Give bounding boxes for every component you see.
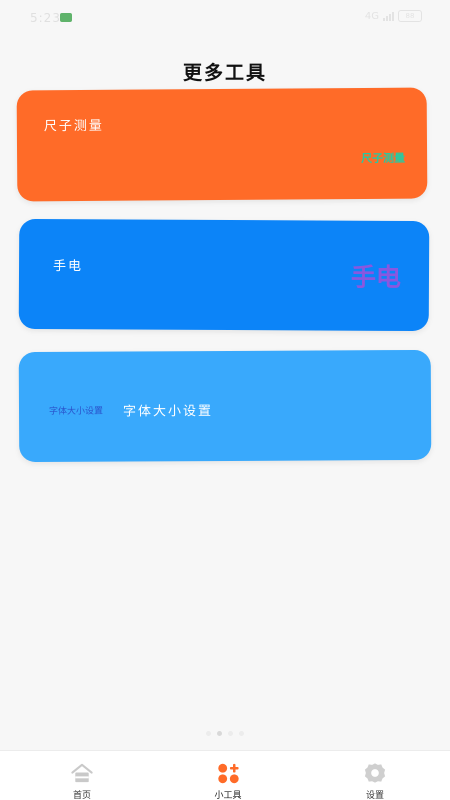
pager-dot — [239, 731, 244, 736]
status-time: 5:23 — [30, 11, 61, 25]
status-indicators: 4G 88 — [365, 10, 422, 22]
nav-item-tools[interactable]: 小工具 — [153, 751, 303, 800]
nav-item-home[interactable]: 首页 — [7, 751, 157, 800]
nav-label-tools: 小工具 — [214, 791, 242, 800]
pager-dots — [0, 731, 450, 736]
nav-label-home: 首页 — [72, 791, 91, 800]
gear-icon — [364, 763, 386, 783]
battery-icon: 88 — [398, 10, 422, 22]
bottom-nav: 首页 小工具 设置 — [0, 750, 450, 800]
screen: 5:23 4G 88 更多工具 尺子测量 尺子测量 手电 手电 字体大小设置 字… — [0, 0, 450, 800]
ruler-card-subtitle: 尺子测量 — [361, 151, 406, 166]
message-icon — [60, 13, 72, 22]
pager-dot — [228, 731, 233, 736]
font-size-card[interactable]: 字体大小设置 字体大小设置 — [18, 349, 432, 463]
pager-dot — [206, 731, 211, 736]
torch-card-big-label: 手电 — [350, 262, 402, 292]
pager-dot-active — [217, 731, 222, 736]
battery-level: 88 — [405, 12, 415, 20]
font-size-card-small-label: 字体大小设置 — [49, 406, 104, 417]
nav-item-settings[interactable]: 设置 — [300, 751, 450, 800]
signal-icon — [383, 11, 394, 21]
torch-card-title: 手电 — [53, 259, 84, 275]
torch-card[interactable]: 手电 手电 — [18, 218, 430, 332]
network-type: 4G — [364, 10, 379, 22]
home-icon — [71, 763, 93, 783]
page-title: 更多工具 — [182, 62, 267, 84]
ruler-card-title: 尺子测量 — [43, 118, 104, 135]
font-size-card-title: 字体大小设置 — [122, 404, 214, 420]
tools-icon — [218, 763, 239, 784]
ruler-card[interactable]: 尺子测量 尺子测量 — [16, 87, 428, 202]
nav-label-settings: 设置 — [365, 791, 384, 800]
status-bar: 5:23 4G 88 — [0, 0, 450, 34]
